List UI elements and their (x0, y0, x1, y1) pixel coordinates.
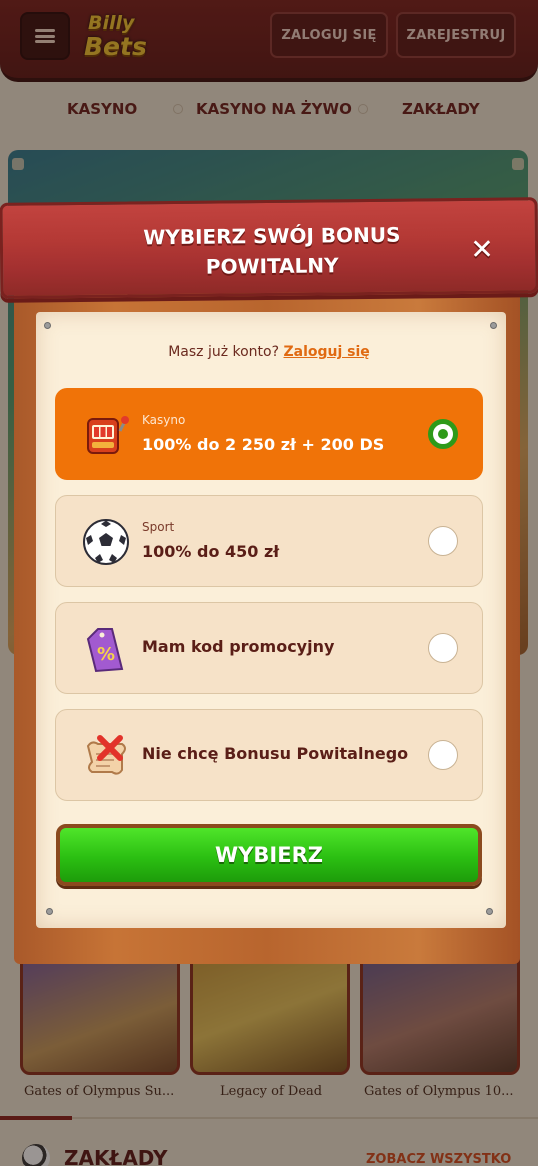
nail-icon (486, 908, 493, 915)
modal-title-line2: POWITALNY (205, 253, 339, 279)
choose-bonus-button[interactable]: WYBIERZ (56, 824, 482, 886)
close-icon[interactable]: ✕ (467, 233, 497, 266)
radio-unselected[interactable] (428, 740, 458, 770)
option-bonus-text: Mam kod promocyjny (142, 637, 335, 656)
radio-unselected[interactable] (428, 633, 458, 663)
bonus-option-promo-code[interactable]: % Mam kod promocyjny (55, 602, 483, 694)
option-bonus-text: Nie chcę Bonusu Powitalnego (142, 744, 409, 763)
login-prompt: Masz już konto? Zaloguj się (0, 344, 538, 360)
no-bonus-scroll-icon (86, 735, 126, 775)
welcome-bonus-modal: WYBIERZ SWÓJ BONUS POWITALNY ✕ Masz już … (0, 196, 538, 970)
login-link[interactable]: Zaloguj się (284, 344, 370, 360)
option-category: Kasyno (142, 413, 186, 427)
login-prompt-text: Masz już konto? (168, 344, 280, 360)
radio-unselected[interactable] (428, 526, 458, 556)
bonus-option-casino[interactable]: Kasyno 100% do 2 250 zł + 200 DS (55, 388, 483, 480)
option-category: Sport (142, 520, 175, 534)
modal-title-banner: WYBIERZ SWÓJ BONUS POWITALNY ✕ (0, 197, 538, 299)
option-bonus-text: 100% do 450 zł (142, 542, 280, 561)
soccer-ball-icon (83, 519, 129, 565)
slot-machine-icon (87, 416, 129, 454)
nail-icon (44, 322, 51, 329)
bonus-option-sport[interactable]: Sport 100% do 450 zł (55, 495, 483, 587)
nail-icon (490, 322, 497, 329)
nail-icon (46, 908, 53, 915)
radio-selected[interactable] (428, 419, 458, 449)
bonus-option-no-bonus[interactable]: Nie chcę Bonusu Powitalnego (55, 709, 483, 801)
option-bonus-text: 100% do 2 250 zł + 200 DS (142, 435, 385, 454)
svg-text:%: % (97, 644, 115, 665)
percent-tag-icon: % (86, 628, 124, 673)
modal-title: WYBIERZ SWÓJ BONUS POWITALNY (3, 218, 538, 284)
